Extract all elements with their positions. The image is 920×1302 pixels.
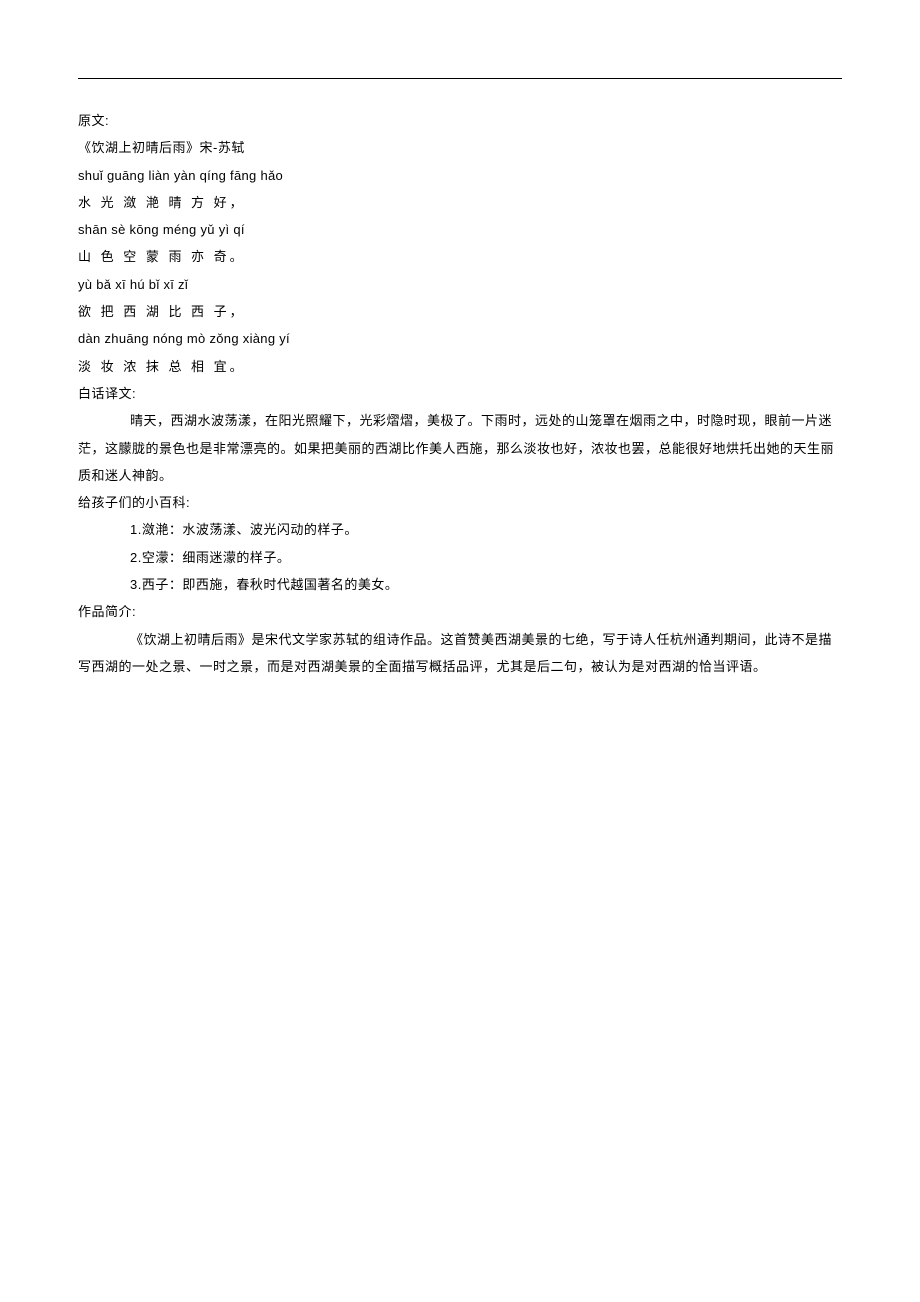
- translation-body: 晴天，西湖水波荡漾，在阳光照耀下，光彩熠熠，美极了。下雨时，远处的山笼罩在烟雨之…: [78, 407, 842, 489]
- intro-body: 《饮湖上初晴后雨》是宋代文学家苏轼的组诗作品。这首赞美西湖美景的七绝，写于诗人任…: [78, 626, 842, 681]
- intro-title: 作品简介:: [78, 598, 842, 625]
- note-item-3: 3.西子：即西施，春秋时代越国著名的美女。: [78, 571, 842, 598]
- chinese-line-4: 淡 妆 浓 抹 总 相 宜。: [78, 353, 842, 380]
- chinese-line-3: 欲 把 西 湖 比 西 子，: [78, 298, 842, 325]
- pinyin-line-1: shuǐ guāng liàn yàn qíng fāng hǎo: [78, 162, 842, 189]
- chinese-line-2: 山 色 空 蒙 雨 亦 奇。: [78, 243, 842, 270]
- pinyin-line-4: dàn zhuāng nóng mò zǒng xiàng yí: [78, 325, 842, 352]
- original-title: 原文:: [78, 107, 842, 134]
- poem-title: 《饮湖上初晴后雨》宋-苏轼: [78, 134, 842, 161]
- note-item-1: 1.潋滟：水波荡漾、波光闪动的样子。: [78, 516, 842, 543]
- pinyin-line-2: shān sè kōng méng yǔ yì qí: [78, 216, 842, 243]
- translation-title: 白话译文:: [78, 380, 842, 407]
- notes-title: 给孩子们的小百科:: [78, 489, 842, 516]
- pinyin-line-3: yù bǎ xī hú bǐ xī zǐ: [78, 271, 842, 298]
- chinese-line-1: 水 光 潋 滟 晴 方 好，: [78, 189, 842, 216]
- note-item-2: 2.空濛：细雨迷濛的样子。: [78, 544, 842, 571]
- horizontal-rule: [78, 78, 842, 79]
